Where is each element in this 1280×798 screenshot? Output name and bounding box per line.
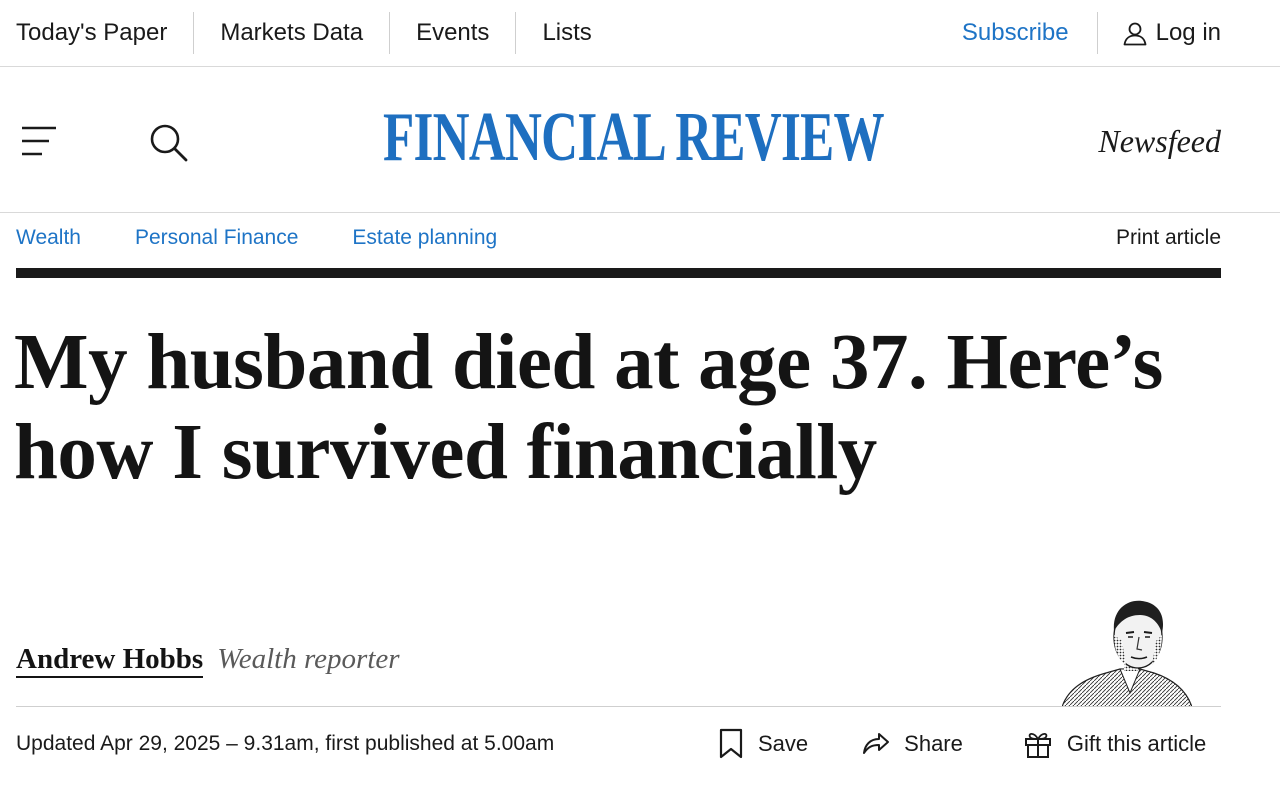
gift-article-button[interactable]: Gift this article (1023, 729, 1206, 759)
share-label: Share (904, 731, 963, 756)
article-headline: My husband died at age 37. Here’s how I … (14, 319, 1163, 496)
markets-data-link[interactable]: Markets Data (220, 19, 363, 47)
breadcrumb-personal-finance[interactable]: Personal Finance (135, 226, 298, 250)
login-button[interactable]: Log in (1122, 19, 1221, 47)
article-actions: Save Share Gift this article (718, 728, 1206, 760)
divider (16, 706, 1221, 707)
login-label: Log in (1155, 19, 1221, 46)
divider (515, 12, 517, 54)
todays-paper-link[interactable]: Today's Paper (16, 19, 167, 47)
share-button[interactable]: Share (862, 731, 963, 757)
author-role: Wealth reporter (217, 643, 400, 675)
events-link[interactable]: Events (416, 19, 489, 47)
breadcrumb-estate-planning[interactable]: Estate planning (352, 226, 497, 250)
subscribe-link[interactable]: Subscribe (962, 19, 1069, 47)
divider (1096, 12, 1098, 54)
lists-link[interactable]: Lists (542, 19, 591, 47)
account-area: Subscribe Log in (962, 0, 1221, 66)
menu-icon (22, 126, 56, 156)
search-icon (150, 124, 188, 162)
newsfeed-link[interactable]: Newsfeed (1098, 123, 1221, 160)
divider (193, 12, 195, 54)
breadcrumb-wealth[interactable]: Wealth (16, 226, 81, 250)
top-utility-bar: Today's Paper Markets Data Events Lists … (0, 0, 1280, 67)
search-button[interactable] (148, 122, 190, 169)
user-icon (1123, 22, 1147, 46)
menu-button[interactable] (20, 125, 58, 162)
print-article-link[interactable]: Print article (1116, 226, 1221, 250)
save-label: Save (758, 731, 809, 756)
section-rule (16, 268, 1221, 278)
site-logo[interactable]: FINANCIAL REVIEW (383, 103, 885, 173)
divider (389, 12, 391, 54)
top-nav: Today's Paper Markets Data Events Lists (16, 0, 592, 66)
share-icon (863, 733, 890, 754)
author-portrait (1062, 600, 1192, 707)
gift-icon (1024, 732, 1051, 758)
publish-timestamp: Updated Apr 29, 2025 – 9.31am, first pub… (16, 732, 555, 755)
masthead: FINANCIAL REVIEW Newsfeed (0, 67, 1280, 213)
author-name[interactable]: Andrew Hobbs (16, 642, 204, 678)
breadcrumb: Wealth Personal Finance Estate planning (16, 226, 551, 250)
byline: Andrew Hobbs Wealth reporter (16, 642, 400, 678)
bookmark-icon (719, 728, 743, 759)
save-button[interactable]: Save (718, 728, 808, 760)
gift-label: Gift this article (1066, 731, 1207, 756)
section-nav: Wealth Personal Finance Estate planning … (16, 213, 1221, 267)
